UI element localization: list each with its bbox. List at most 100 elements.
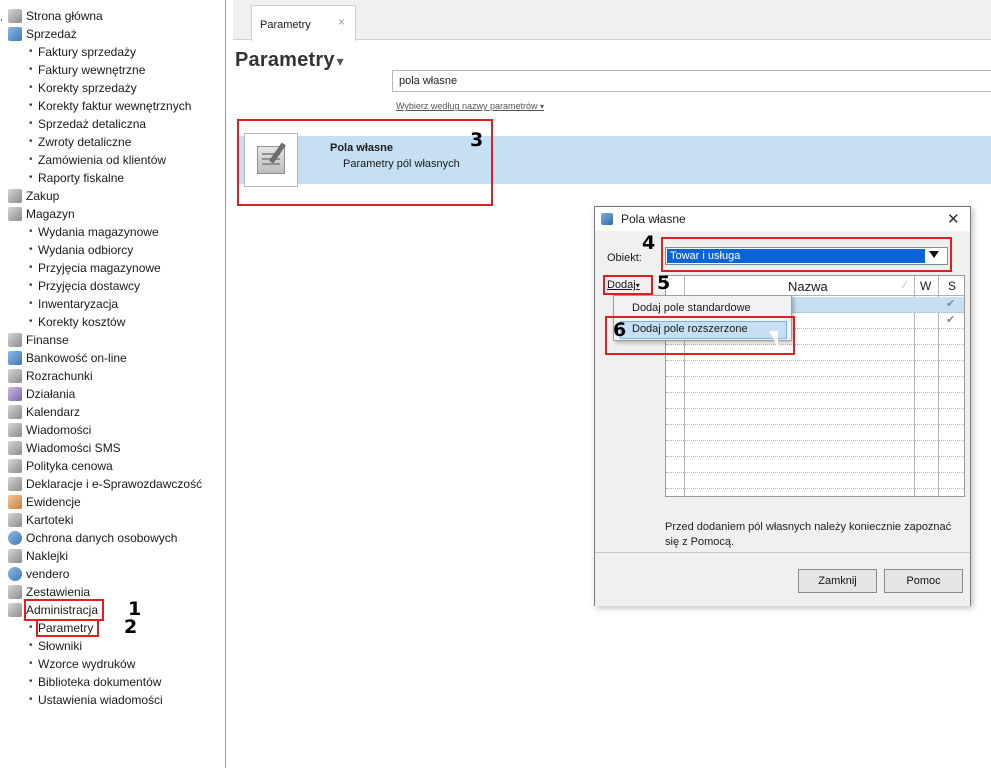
sidebar-item-label: Sprzedaż <box>26 27 77 41</box>
sidebar-item-label: Przyjęcia dostawcy <box>38 279 141 293</box>
sidebar-item-label: Ustawienia wiadomości <box>38 693 163 707</box>
sidebar-module-18[interactable]: Finanse <box>8 331 224 349</box>
chevron-down-icon[interactable]: ▾ <box>337 53 344 69</box>
sms-icon <box>8 441 22 455</box>
step-number-3: 3 <box>470 129 484 151</box>
sidebar-module-28[interactable]: Kartoteki <box>8 511 224 529</box>
sidebar-module-31[interactable]: vendero <box>8 565 224 583</box>
sidebar-item-label: Korekty kosztów <box>38 315 126 329</box>
sidebar-module-10[interactable]: Zakup <box>8 187 224 205</box>
sidebar-subitem-4[interactable]: Korekty sprzedaży <box>8 79 224 97</box>
declarations-icon <box>8 477 22 491</box>
sidebar-item-label: Wydania magazynowe <box>38 225 159 239</box>
sidebar-item-label: Działania <box>26 387 76 401</box>
sidebar-item-label: Parametry <box>35 619 100 637</box>
home-icon <box>8 9 22 23</box>
sidebar-item-label: vendero <box>26 567 70 581</box>
sidebar-module-1[interactable]: Sprzedaż <box>8 25 224 43</box>
sidebar-subitem-6[interactable]: Sprzedaż detaliczna <box>8 115 224 133</box>
sidebar-subitem-34[interactable]: Parametry <box>8 619 224 637</box>
table-row[interactable] <box>666 377 964 393</box>
step-number-5: 5 <box>657 272 671 294</box>
sidebar-item-label: Administracja <box>23 599 105 621</box>
column-header-w[interactable]: W <box>920 279 931 293</box>
admin-icon <box>8 603 22 617</box>
sidebar-subitem-3[interactable]: Faktury wewnętrzne <box>8 61 224 79</box>
close-icon[interactable]: ✕ <box>947 210 960 228</box>
callout-box-5 <box>603 275 653 295</box>
column-header-nazwa[interactable]: Nazwa <box>788 279 828 294</box>
table-row[interactable] <box>666 393 964 409</box>
page-title[interactable]: Parametry ▾ <box>235 49 344 72</box>
sidebar-subitem-7[interactable]: Zwroty detaliczne <box>8 133 224 151</box>
records-icon <box>8 495 22 509</box>
sidebar-subitem-35[interactable]: Słowniki <box>8 637 224 655</box>
sidebar-module-0[interactable]: Strona główna <box>8 7 224 25</box>
tab-parametry[interactable]: Parametry × <box>251 5 356 41</box>
sidebar-module-30[interactable]: Naklejki <box>8 547 224 565</box>
vendero-icon <box>8 567 22 581</box>
sidebar-item-label: Korekty faktur wewnętrznych <box>38 99 192 113</box>
files-icon <box>8 513 22 527</box>
sidebar-subitem-17[interactable]: Korekty kosztów <box>8 313 224 331</box>
navigation-sidebar: , Strona główna Sprzedaż Faktury sprzedaży… <box>0 0 226 768</box>
sidebar-subitem-37[interactable]: Biblioteka dokumentów <box>8 673 224 691</box>
sidebar-module-33[interactable]: Administracja <box>8 599 224 621</box>
sidebar-subitem-38[interactable]: Ustawienia wiadomości <box>8 691 224 709</box>
help-note: Przed dodaniem pól własnych należy konie… <box>665 521 952 548</box>
tab-bar: Parametry × <box>233 0 991 41</box>
sidebar-item-label: Wydania odbiorcy <box>38 243 134 257</box>
sidebar-subitem-13[interactable]: Wydania odbiorcy <box>8 241 224 259</box>
bank-icon <box>8 351 22 365</box>
sort-indicator-icon: ∕ <box>904 280 906 291</box>
table-row[interactable] <box>666 457 964 473</box>
sidebar-item-label: Kalendarz <box>26 405 81 419</box>
table-row[interactable] <box>666 409 964 425</box>
sidebar-module-24[interactable]: Wiadomości SMS <box>8 439 224 457</box>
chevron-down-icon: ▾ <box>540 102 545 111</box>
sidebar-subitem-5[interactable]: Korekty faktur wewnętrznych <box>8 97 224 115</box>
table-row[interactable] <box>666 425 964 441</box>
sidebar-module-25[interactable]: Polityka cenowa <box>8 457 224 475</box>
tab-close-icon[interactable]: × <box>338 15 345 29</box>
sidebar-subitem-16[interactable]: Inwentaryzacja <box>8 295 224 313</box>
sidebar-subitem-15[interactable]: Przyjęcia dostawcy <box>8 277 224 295</box>
sidebar-module-11[interactable]: Magazyn <box>8 205 224 223</box>
sidebar-subitem-14[interactable]: Przyjęcia magazynowe <box>8 259 224 277</box>
sidebar-module-32[interactable]: Zestawienia <box>8 583 224 601</box>
help-button[interactable]: Pomoc <box>884 569 963 593</box>
sales-icon <box>8 27 22 41</box>
sidebar-item-label: Sprzedaż detaliczna <box>38 117 147 131</box>
column-header-s[interactable]: S <box>948 279 956 293</box>
table-row[interactable] <box>666 441 964 457</box>
sidebar-subitem-36[interactable]: Wzorce wydruków <box>8 655 224 673</box>
sidebar-subitem-2[interactable]: Faktury sprzedaży <box>8 43 224 61</box>
sidebar-module-27[interactable]: Ewidencje <box>8 493 224 511</box>
sidebar-subitem-9[interactable]: Raporty fiskalne <box>8 169 224 187</box>
sidebar-module-19[interactable]: Bankowość on-line <box>8 349 224 367</box>
sidebar-module-23[interactable]: Wiadomości <box>8 421 224 439</box>
close-button[interactable]: Zamknij <box>798 569 877 593</box>
settlements-icon <box>8 369 22 383</box>
parameter-search-input[interactable] <box>392 70 991 92</box>
sidebar-module-29[interactable]: Ochrona danych osobowych <box>8 529 224 547</box>
sidebar-module-26[interactable]: Deklaracje i e-Sprawozdawczość <box>8 475 224 493</box>
sidebar-item-label: Przyjęcia magazynowe <box>38 261 161 275</box>
menu-item-add-standard-field[interactable]: Dodaj pole standardowe <box>632 302 751 314</box>
tree-edge-marker: , <box>0 12 3 23</box>
sidebar-item-label: Słowniki <box>38 639 83 653</box>
step-number-2: 2 <box>124 616 138 638</box>
table-row[interactable] <box>666 361 964 377</box>
sidebar-item-label: Finanse <box>26 333 69 347</box>
sidebar-item-label: Zamówienia od klientów <box>38 153 167 167</box>
sidebar-item-label: Kartoteki <box>26 513 74 527</box>
table-row[interactable] <box>666 473 964 489</box>
sidebar-subitem-12[interactable]: Wydania magazynowe <box>8 223 224 241</box>
sidebar-module-21[interactable]: Działania <box>8 385 224 403</box>
sidebar-item-label: Ochrona danych osobowych <box>26 531 178 545</box>
sidebar-subitem-8[interactable]: Zamówienia od klientów <box>8 151 224 169</box>
stickers-icon <box>8 549 22 563</box>
search-mode-dropdown[interactable]: Wybierz według nazwy parametrów ▾ <box>396 101 544 111</box>
sidebar-module-22[interactable]: Kalendarz <box>8 403 224 421</box>
sidebar-module-20[interactable]: Rozrachunki <box>8 367 224 385</box>
